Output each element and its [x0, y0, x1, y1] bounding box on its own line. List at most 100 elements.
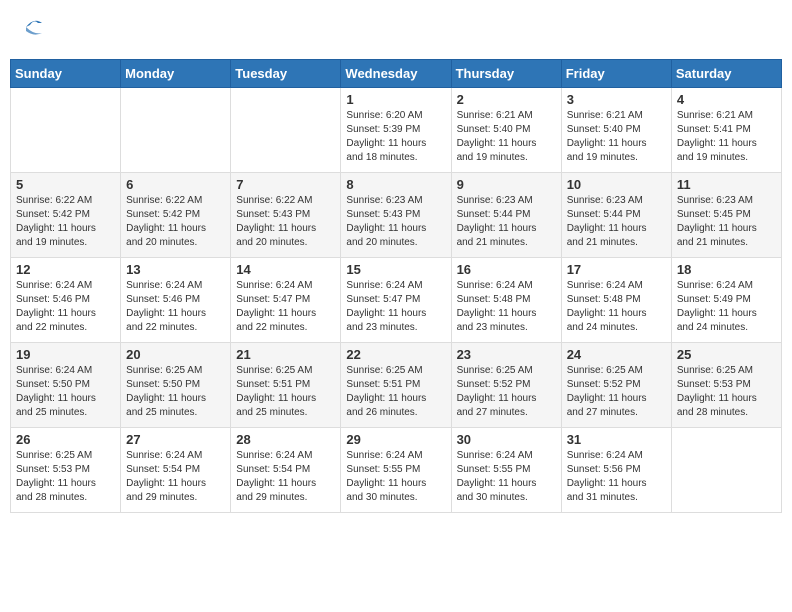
- day-number: 11: [677, 177, 776, 192]
- day-number: 29: [346, 432, 445, 447]
- day-info: Sunrise: 6:24 AM Sunset: 5:46 PM Dayligh…: [16, 279, 115, 335]
- calendar-cell: 19 Sunrise: 6:24 AM Sunset: 5:50 PM Dayli…: [11, 343, 121, 428]
- day-number: 15: [346, 262, 445, 277]
- calendar-cell: [231, 88, 341, 173]
- day-number: 13: [126, 262, 225, 277]
- calendar-cell: 14 Sunrise: 6:24 AM Sunset: 5:47 PM Dayli…: [231, 258, 341, 343]
- weekday-header-thursday: Thursday: [451, 60, 561, 88]
- day-number: 22: [346, 347, 445, 362]
- day-number: 1: [346, 92, 445, 107]
- day-info: Sunrise: 6:20 AM Sunset: 5:39 PM Dayligh…: [346, 109, 445, 165]
- calendar-week-1: 1 Sunrise: 6:20 AM Sunset: 5:39 PM Daylig…: [11, 88, 782, 173]
- day-info: Sunrise: 6:22 AM Sunset: 5:42 PM Dayligh…: [16, 194, 115, 250]
- calendar-cell: 6 Sunrise: 6:22 AM Sunset: 5:42 PM Daylig…: [121, 173, 231, 258]
- day-number: 18: [677, 262, 776, 277]
- logo-icon: [22, 15, 46, 39]
- calendar-cell: 23 Sunrise: 6:25 AM Sunset: 5:52 PM Dayli…: [451, 343, 561, 428]
- calendar-cell: 3 Sunrise: 6:21 AM Sunset: 5:40 PM Daylig…: [561, 88, 671, 173]
- calendar-cell: 30 Sunrise: 6:24 AM Sunset: 5:55 PM Dayli…: [451, 428, 561, 513]
- day-info: Sunrise: 6:24 AM Sunset: 5:47 PM Dayligh…: [236, 279, 335, 335]
- day-info: Sunrise: 6:25 AM Sunset: 5:51 PM Dayligh…: [236, 364, 335, 420]
- day-info: Sunrise: 6:24 AM Sunset: 5:54 PM Dayligh…: [126, 449, 225, 505]
- calendar-cell: 4Sunrise: 6:21 AM Sunset: 5:41 PM Daylig…: [671, 88, 781, 173]
- calendar-cell: 27 Sunrise: 6:24 AM Sunset: 5:54 PM Dayli…: [121, 428, 231, 513]
- day-number: 8: [346, 177, 445, 192]
- page-header: [10, 10, 782, 49]
- calendar-cell: 31 Sunrise: 6:24 AM Sunset: 5:56 PM Dayli…: [561, 428, 671, 513]
- day-number: 23: [457, 347, 556, 362]
- weekday-header-monday: Monday: [121, 60, 231, 88]
- calendar-cell: [121, 88, 231, 173]
- day-info: Sunrise: 6:25 AM Sunset: 5:53 PM Dayligh…: [677, 364, 776, 420]
- day-number: 20: [126, 347, 225, 362]
- calendar-cell: 13 Sunrise: 6:24 AM Sunset: 5:46 PM Dayli…: [121, 258, 231, 343]
- weekday-header-tuesday: Tuesday: [231, 60, 341, 88]
- calendar-cell: 5Sunrise: 6:22 AM Sunset: 5:42 PM Daylig…: [11, 173, 121, 258]
- calendar-cell: 28Sunrise: 6:24 AM Sunset: 5:54 PM Dayli…: [231, 428, 341, 513]
- day-info: Sunrise: 6:24 AM Sunset: 5:47 PM Dayligh…: [346, 279, 445, 335]
- calendar-cell: 17Sunrise: 6:24 AM Sunset: 5:48 PM Dayli…: [561, 258, 671, 343]
- day-number: 27: [126, 432, 225, 447]
- day-info: Sunrise: 6:24 AM Sunset: 5:55 PM Dayligh…: [457, 449, 556, 505]
- day-number: 2: [457, 92, 556, 107]
- calendar-cell: 29 Sunrise: 6:24 AM Sunset: 5:55 PM Dayli…: [341, 428, 451, 513]
- weekday-header-sunday: Sunday: [11, 60, 121, 88]
- weekday-header-wednesday: Wednesday: [341, 60, 451, 88]
- day-info: Sunrise: 6:24 AM Sunset: 5:55 PM Dayligh…: [346, 449, 445, 505]
- day-info: Sunrise: 6:21 AM Sunset: 5:40 PM Dayligh…: [457, 109, 556, 165]
- calendar-cell: 9Sunrise: 6:23 AM Sunset: 5:44 PM Daylig…: [451, 173, 561, 258]
- day-info: Sunrise: 6:22 AM Sunset: 5:43 PM Dayligh…: [236, 194, 335, 250]
- day-info: Sunrise: 6:24 AM Sunset: 5:56 PM Dayligh…: [567, 449, 666, 505]
- calendar-cell: 16Sunrise: 6:24 AM Sunset: 5:48 PM Dayli…: [451, 258, 561, 343]
- calendar-cell: 1 Sunrise: 6:20 AM Sunset: 5:39 PM Daylig…: [341, 88, 451, 173]
- day-number: 6: [126, 177, 225, 192]
- calendar-week-3: 12 Sunrise: 6:24 AM Sunset: 5:46 PM Dayli…: [11, 258, 782, 343]
- calendar-cell: 8Sunrise: 6:23 AM Sunset: 5:43 PM Daylig…: [341, 173, 451, 258]
- calendar-cell: 7 Sunrise: 6:22 AM Sunset: 5:43 PM Daylig…: [231, 173, 341, 258]
- calendar-cell: 11Sunrise: 6:23 AM Sunset: 5:45 PM Dayli…: [671, 173, 781, 258]
- calendar-cell: 10 Sunrise: 6:23 AM Sunset: 5:44 PM Dayli…: [561, 173, 671, 258]
- calendar-cell: 22Sunrise: 6:25 AM Sunset: 5:51 PM Dayli…: [341, 343, 451, 428]
- day-info: Sunrise: 6:23 AM Sunset: 5:44 PM Dayligh…: [567, 194, 666, 250]
- calendar-cell: 15 Sunrise: 6:24 AM Sunset: 5:47 PM Dayli…: [341, 258, 451, 343]
- day-info: Sunrise: 6:25 AM Sunset: 5:52 PM Dayligh…: [457, 364, 556, 420]
- day-number: 31: [567, 432, 666, 447]
- calendar-cell: 25 Sunrise: 6:25 AM Sunset: 5:53 PM Dayli…: [671, 343, 781, 428]
- day-info: Sunrise: 6:25 AM Sunset: 5:50 PM Dayligh…: [126, 364, 225, 420]
- day-number: 19: [16, 347, 115, 362]
- day-info: Sunrise: 6:25 AM Sunset: 5:53 PM Dayligh…: [16, 449, 115, 505]
- calendar-cell: 20 Sunrise: 6:25 AM Sunset: 5:50 PM Dayli…: [121, 343, 231, 428]
- day-info: Sunrise: 6:25 AM Sunset: 5:52 PM Dayligh…: [567, 364, 666, 420]
- calendar-cell: 12 Sunrise: 6:24 AM Sunset: 5:46 PM Dayli…: [11, 258, 121, 343]
- day-info: Sunrise: 6:24 AM Sunset: 5:46 PM Dayligh…: [126, 279, 225, 335]
- calendar-table: SundayMondayTuesdayWednesdayThursdayFrid…: [10, 59, 782, 513]
- day-info: Sunrise: 6:21 AM Sunset: 5:40 PM Dayligh…: [567, 109, 666, 165]
- day-info: Sunrise: 6:24 AM Sunset: 5:48 PM Dayligh…: [457, 279, 556, 335]
- day-number: 25: [677, 347, 776, 362]
- calendar-cell: 18 Sunrise: 6:24 AM Sunset: 5:49 PM Dayli…: [671, 258, 781, 343]
- day-number: 4: [677, 92, 776, 107]
- day-info: Sunrise: 6:24 AM Sunset: 5:49 PM Dayligh…: [677, 279, 776, 335]
- day-number: 30: [457, 432, 556, 447]
- calendar-week-2: 5Sunrise: 6:22 AM Sunset: 5:42 PM Daylig…: [11, 173, 782, 258]
- day-number: 10: [567, 177, 666, 192]
- day-number: 7: [236, 177, 335, 192]
- calendar-cell: [671, 428, 781, 513]
- calendar-week-4: 19 Sunrise: 6:24 AM Sunset: 5:50 PM Dayli…: [11, 343, 782, 428]
- day-info: Sunrise: 6:22 AM Sunset: 5:42 PM Dayligh…: [126, 194, 225, 250]
- day-info: Sunrise: 6:24 AM Sunset: 5:50 PM Dayligh…: [16, 364, 115, 420]
- day-number: 9: [457, 177, 556, 192]
- day-number: 17: [567, 262, 666, 277]
- calendar-cell: 26 Sunrise: 6:25 AM Sunset: 5:53 PM Dayli…: [11, 428, 121, 513]
- weekday-header-saturday: Saturday: [671, 60, 781, 88]
- day-number: 14: [236, 262, 335, 277]
- day-number: 12: [16, 262, 115, 277]
- logo: [20, 15, 46, 44]
- day-number: 3: [567, 92, 666, 107]
- calendar-week-5: 26 Sunrise: 6:25 AM Sunset: 5:53 PM Dayli…: [11, 428, 782, 513]
- day-number: 21: [236, 347, 335, 362]
- calendar-cell: [11, 88, 121, 173]
- day-number: 26: [16, 432, 115, 447]
- day-info: Sunrise: 6:24 AM Sunset: 5:54 PM Dayligh…: [236, 449, 335, 505]
- calendar-cell: 2 Sunrise: 6:21 AM Sunset: 5:40 PM Daylig…: [451, 88, 561, 173]
